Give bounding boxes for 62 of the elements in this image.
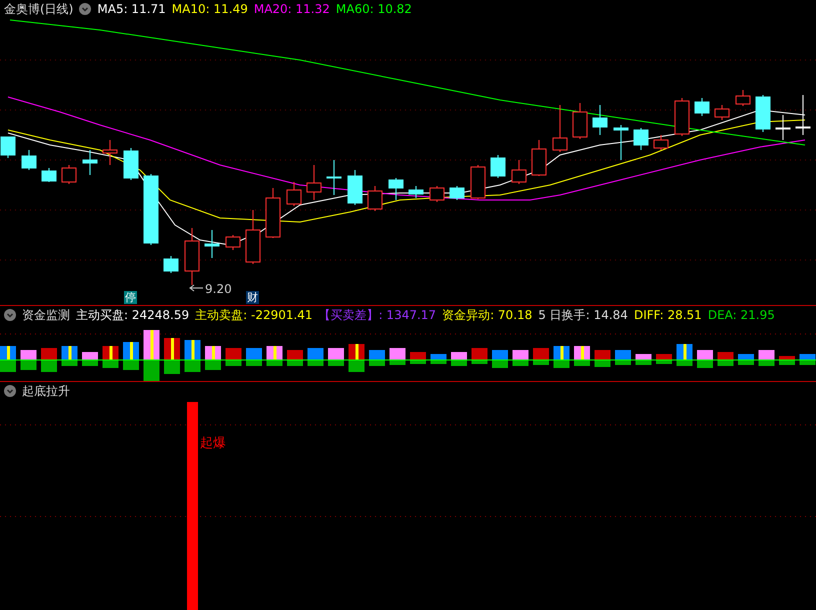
candlestick xyxy=(42,168,56,182)
candlestick xyxy=(430,186,444,202)
candlestick xyxy=(654,134,668,150)
metric-value: DEA: 21.95 xyxy=(708,308,775,322)
candlestick xyxy=(286,182,302,206)
candlestick xyxy=(694,98,710,116)
metric-value: 主动卖盘: -22901.41 xyxy=(195,306,313,324)
candlestick xyxy=(552,104,568,152)
candlestick xyxy=(408,186,424,198)
candlestick xyxy=(714,104,730,120)
arrow-icon xyxy=(189,284,203,292)
candlestick xyxy=(368,186,382,212)
low-price-label: 9.20 xyxy=(205,282,232,296)
dropdown-icon[interactable] xyxy=(4,309,16,321)
candlestick xyxy=(62,164,76,184)
candlestick xyxy=(796,94,810,136)
candlestick xyxy=(226,234,240,250)
candlestick xyxy=(572,102,588,140)
metric-value: 资金异动: 70.18 xyxy=(442,306,532,324)
metric-value: DIFF: 28.51 xyxy=(634,308,702,322)
dropdown-icon[interactable] xyxy=(4,385,16,397)
candlestick xyxy=(634,128,648,150)
candlestick xyxy=(184,228,200,286)
candlestick xyxy=(756,94,770,132)
ma-legend: MA10: 11.49 xyxy=(172,2,248,16)
candlestick xyxy=(490,154,506,178)
candlestick xyxy=(470,164,486,200)
candlestick xyxy=(348,170,362,206)
candlestick xyxy=(388,178,404,200)
candlestick xyxy=(776,114,790,140)
candlestick xyxy=(204,230,220,258)
metric-value: 主动买盘: 24248.59 xyxy=(76,306,190,324)
ma-legend: MA60: 10.82 xyxy=(336,2,412,16)
candlestick xyxy=(614,124,628,160)
candlestick xyxy=(450,186,464,200)
panel-title: 起底拉升 xyxy=(22,382,70,400)
candlestick xyxy=(102,140,118,166)
candlestick xyxy=(164,256,178,274)
candlestick xyxy=(246,210,260,264)
candlestick xyxy=(532,140,546,176)
candlestick xyxy=(736,90,750,106)
dropdown-icon[interactable] xyxy=(79,3,92,15)
stock-title: 金奥博(日线) xyxy=(4,0,74,18)
candlestick xyxy=(82,150,98,176)
event-marker: 财 xyxy=(246,291,259,304)
candlestick xyxy=(512,160,526,184)
candlestick xyxy=(22,150,36,170)
metric-value: 【买卖差】: 1347.17 xyxy=(318,306,436,324)
candlestick xyxy=(592,104,608,136)
candlestick xyxy=(674,98,690,136)
candlestick xyxy=(266,188,280,238)
candlestick xyxy=(0,136,16,158)
panel-title: 资金监测 xyxy=(22,306,70,324)
candlestick xyxy=(144,174,158,246)
ma-legend: MA5: 11.71 xyxy=(97,2,166,16)
event-marker: 停 xyxy=(124,291,137,304)
metric-value: 5 日换手: 14.84 xyxy=(538,306,628,324)
candlestick xyxy=(124,148,138,180)
ma-legend: MA20: 11.32 xyxy=(254,2,330,16)
candlestick xyxy=(306,164,322,200)
signal-label: 起爆 xyxy=(200,435,226,452)
candlestick xyxy=(326,160,342,196)
